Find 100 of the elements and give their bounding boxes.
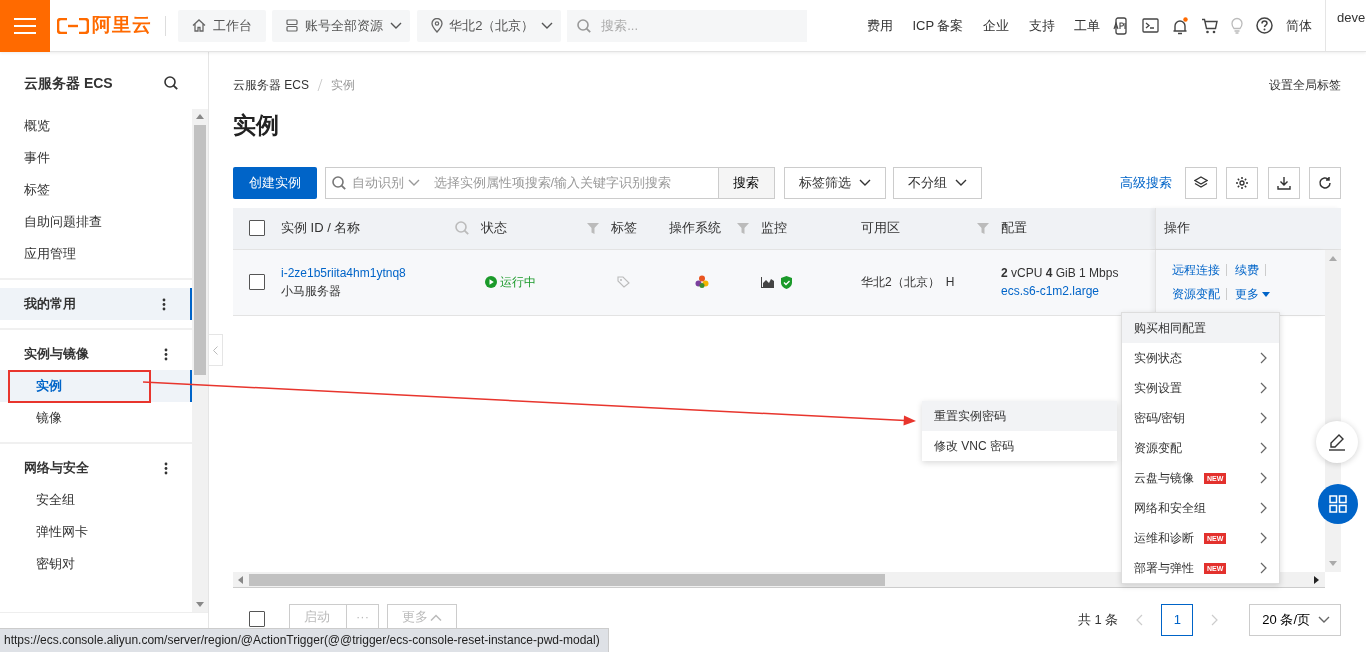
advanced-search-link[interactable]: 高级搜索 bbox=[1120, 172, 1172, 193]
collapse-handle[interactable] bbox=[209, 334, 223, 366]
select-all-checkbox[interactable] bbox=[249, 610, 265, 627]
global-tags-link[interactable]: 设置全局标签 bbox=[1269, 52, 1341, 94]
menu-item[interactable]: 重置实例密码 bbox=[922, 401, 1117, 431]
language-link[interactable]: 简体 bbox=[1286, 15, 1312, 36]
toolbar-button[interactable] bbox=[1226, 166, 1258, 199]
toolbar-button[interactable] bbox=[1309, 166, 1341, 199]
action-link[interactable]: 资源变配 bbox=[1172, 288, 1220, 300]
menu-icon bbox=[14, 17, 36, 34]
sidebar-group[interactable]: 我的常用 bbox=[0, 288, 192, 320]
sidebar-item[interactable]: 应用管理 bbox=[0, 238, 192, 270]
scroll-right-icon[interactable] bbox=[1314, 575, 1319, 584]
sidebar-item[interactable]: 实例 bbox=[0, 370, 192, 402]
more-dropdown[interactable]: 更多 bbox=[1235, 288, 1271, 300]
group-title: 实例与镜像 bbox=[24, 345, 89, 364]
row-checkbox[interactable] bbox=[249, 274, 265, 290]
cart-icon[interactable] bbox=[1201, 17, 1218, 34]
grid-icon bbox=[1329, 495, 1347, 513]
toolbar-button[interactable] bbox=[1184, 166, 1217, 199]
sidebar-item[interactable]: 安全组 bbox=[0, 484, 192, 516]
zone-text: 华北2（北京） H bbox=[861, 274, 956, 291]
search-input[interactable]: 搜索... bbox=[599, 14, 780, 37]
chevron-down-icon bbox=[954, 178, 967, 187]
chevron-down-icon bbox=[1318, 615, 1330, 624]
column-header: 配置 bbox=[1001, 219, 1027, 238]
sidebar-item[interactable]: 密钥对 bbox=[0, 548, 192, 580]
more-options-icon[interactable] bbox=[162, 297, 166, 311]
scroll-left-icon[interactable] bbox=[238, 575, 243, 584]
api-icon[interactable] bbox=[1113, 16, 1129, 35]
column-header: 操作 bbox=[1164, 219, 1190, 238]
sidebar-item[interactable]: 弹性网卡 bbox=[0, 516, 192, 548]
resource-group-dropdown[interactable]: 账号全部资源 bbox=[272, 9, 411, 42]
column-header: 操作系统 bbox=[669, 219, 721, 238]
nav-link[interactable]: 企业 bbox=[983, 15, 1009, 36]
menu-button[interactable] bbox=[0, 0, 50, 52]
menu-item[interactable]: 资源变配 bbox=[1122, 433, 1279, 463]
workbench-button[interactable]: 工作台 bbox=[177, 9, 266, 42]
sidebar-item[interactable]: 事件 bbox=[0, 142, 192, 174]
menu-item[interactable]: 购买相同配置 bbox=[1122, 313, 1279, 343]
column-header: 监控 bbox=[761, 219, 787, 238]
sidebar-title: 云服务器 ECS bbox=[24, 74, 113, 92]
page-button[interactable]: 1 bbox=[1161, 603, 1194, 636]
region-dropdown[interactable]: 华北2（北京） bbox=[416, 9, 561, 42]
menu-item[interactable]: 实例状态 bbox=[1122, 343, 1279, 373]
sidebar-item[interactable]: 概览 bbox=[0, 110, 192, 142]
location-pin-icon bbox=[430, 18, 443, 33]
sidebar-scrollbar[interactable] bbox=[192, 109, 208, 612]
chart-icon[interactable] bbox=[761, 276, 774, 288]
sidebar-group[interactable]: 网络与安全 bbox=[0, 452, 192, 484]
sidebar-item[interactable]: 镜像 bbox=[0, 402, 192, 434]
sidebar-group[interactable]: 实例与镜像 bbox=[0, 338, 192, 370]
nav-link[interactable]: 支持 bbox=[1028, 15, 1055, 36]
column-header: 状态 bbox=[481, 219, 507, 238]
chevron-down-icon bbox=[407, 178, 420, 187]
search-icon[interactable] bbox=[164, 76, 178, 90]
menu-item[interactable]: 密码/密钥 bbox=[1122, 403, 1279, 433]
status-url: https://ecs.console.aliyun.com/server/region/@ActionTrigger(@@trigger/ecs-console-reset-instance-pwd-modal) bbox=[0, 628, 609, 652]
server-icon bbox=[286, 19, 299, 32]
page-title: 实例 bbox=[233, 111, 280, 140]
create-instance-button[interactable]: 创建实例 bbox=[233, 166, 317, 199]
page-size-dropdown[interactable]: 20 条/页 bbox=[1249, 603, 1341, 636]
instance-id-link[interactable]: i-2ze1b5riita4hm1ytnq8 bbox=[281, 264, 406, 282]
breadcrumb-link[interactable]: 云服务器 ECS bbox=[233, 76, 309, 94]
nav-link[interactable]: 费用 bbox=[866, 15, 893, 36]
edit-button[interactable] bbox=[1316, 421, 1358, 463]
search-field[interactable]: 搜索... bbox=[567, 9, 808, 42]
total-count: 共 1 条 bbox=[1077, 610, 1119, 629]
slash-icon bbox=[317, 79, 323, 91]
download-icon bbox=[1276, 175, 1291, 190]
shield-icon[interactable] bbox=[780, 275, 792, 289]
more-options-icon[interactable] bbox=[164, 347, 168, 361]
menu-item[interactable]: 实例设置 bbox=[1122, 373, 1279, 403]
instance-search-field[interactable]: 自动识别 选择实例属性项搜索/输入关键字识别搜索 搜索 bbox=[324, 166, 775, 199]
search-button[interactable]: 搜索 bbox=[717, 167, 774, 198]
tag-filter-dropdown[interactable]: 标签筛选 bbox=[784, 166, 887, 199]
bell-icon[interactable] bbox=[1172, 16, 1188, 35]
nav-link[interactable]: ICP 备案 bbox=[912, 15, 964, 36]
grouping-dropdown[interactable]: 不分组 bbox=[892, 166, 982, 199]
more-options-icon[interactable] bbox=[164, 461, 168, 475]
toolbar-button[interactable] bbox=[1267, 166, 1300, 199]
edit-icon bbox=[1328, 433, 1346, 451]
action-link[interactable]: 续费 bbox=[1235, 264, 1259, 276]
instance-type-link[interactable]: ecs.s6-c1m2.large bbox=[1001, 282, 1100, 300]
scroll-up-icon[interactable] bbox=[196, 114, 204, 119]
select-all-checkbox[interactable] bbox=[249, 220, 265, 236]
chevron-left-icon bbox=[213, 345, 218, 355]
status-text: 运行中 bbox=[500, 274, 537, 291]
menu-item[interactable]: 修改 VNC 密码 bbox=[922, 431, 1117, 461]
sidebar-item[interactable]: 标签 bbox=[0, 174, 192, 206]
os-logo-icon bbox=[695, 275, 709, 289]
apps-button[interactable] bbox=[1318, 484, 1358, 524]
action-link[interactable]: 远程连接 bbox=[1172, 264, 1220, 276]
sidebar-item[interactable]: 自助问题排查 bbox=[0, 206, 192, 238]
scroll-down-icon[interactable] bbox=[196, 602, 204, 607]
config-text: 2 vCPU 4 GiB 1 Mbps bbox=[1001, 265, 1119, 282]
help-icon[interactable] bbox=[1256, 17, 1273, 34]
menu-item[interactable]: 网络和安全组 bbox=[1122, 493, 1279, 523]
nav-link[interactable]: 工单 bbox=[1074, 15, 1100, 36]
terminal-icon[interactable] bbox=[1142, 18, 1159, 33]
